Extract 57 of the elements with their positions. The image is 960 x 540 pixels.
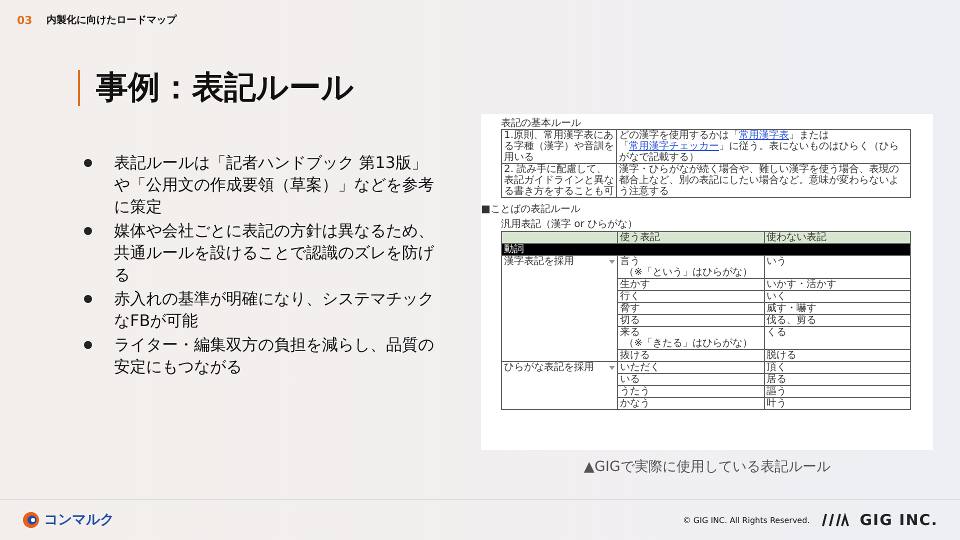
cell-note: （※「きたる」はひらがな） (623, 338, 754, 349)
column-header: 使わない表記 (764, 232, 910, 244)
cell-text: 伐る、剪る (766, 315, 818, 326)
section-number: 03 (17, 14, 32, 26)
cell-text: 抜ける (620, 350, 652, 361)
cell-text: 言う (620, 256, 642, 267)
cell-text: くる (766, 327, 788, 338)
cell-text: 切る (620, 315, 642, 326)
bullet-text: 赤入れの基準が明確になり、システマチックなFBが可能 (114, 288, 435, 332)
bullet-icon (84, 227, 92, 235)
bullet-text: ライター・編集双方の負担を減らし、品質の安定にもつながる (114, 334, 435, 378)
section-heading: ■ことばの表記ルール (481, 204, 582, 215)
category-row: 動詞 (502, 244, 910, 256)
cell-text: いただく (620, 362, 662, 373)
cell-text: 脅す (620, 303, 642, 314)
cell-text: 威す・嚇す (766, 303, 818, 314)
company-name: GIG INC. (860, 511, 938, 529)
cell-text: いう (766, 256, 788, 267)
table-title: 汎用表記（漢字 or ひらがな） (501, 219, 639, 230)
cell-text: 脱ける (766, 350, 798, 361)
link[interactable]: 常用漢字表 (739, 130, 789, 141)
dropdown-icon[interactable] (609, 260, 616, 264)
link[interactable]: 常用漢字チェッカー (629, 141, 719, 152)
cell-text: うたう (620, 386, 652, 397)
cell-text: 叶う (766, 398, 788, 409)
cell-text: 頂く (766, 362, 788, 373)
column-header: 使う表記 (618, 232, 764, 244)
table-title: 表記の基本ルール (501, 118, 582, 129)
slashes-icon (820, 513, 850, 527)
bullet-text: 表記ルールは「記者ハンドブック 第13版」や「公用文の作成要領（草案）」などを参考に策定 (114, 152, 435, 218)
bullet-icon (84, 295, 92, 303)
dropdown-icon[interactable] (609, 366, 616, 370)
brand-name: コンマルク (44, 511, 114, 529)
cell-text: いかす・活かす (766, 279, 838, 290)
table-cell: 1.原則、常用漢字表にある字種（漢字）や音訓を用いる (502, 130, 616, 164)
group-label: 漢字表記を採用 (504, 256, 574, 267)
copyright: © GIG INC. All Rights Reserved. (682, 516, 810, 524)
table-cell: どの漢字を使用するかは「常用漢字表」または「常用漢字チェッカー」に従う。表にないものはひらく（ひらがなで記載する） (616, 130, 910, 164)
cell-text: いく (766, 291, 788, 302)
bullet-icon (84, 341, 92, 349)
cell-note: （※「という」はひらがな） (623, 267, 754, 278)
cell-text: かなう (620, 398, 652, 409)
image-caption: ▲GIGで実際に使用している表記ルール (584, 458, 830, 476)
cell-text: 来る (620, 327, 642, 338)
slide-title: 事例：表記ルール (96, 67, 354, 108)
cell-text: 生かす (620, 279, 652, 290)
logo-icon (22, 511, 40, 529)
bullet-icon (84, 159, 92, 167)
section-title: 内製化に向けたロードマップ (46, 13, 176, 27)
cell-text: いる (620, 374, 642, 385)
bullet-text: 媒体や会社ごとに表記の方針は異なるため、共通ルールを設けることで認識のズレを防げる (114, 220, 436, 286)
table-cell: 漢字・ひらがなが続く場合や、難しい漢字を使う場合、表現の都合上など、別の表記にしたい場合など。意味が変わらないよう注意する (616, 164, 910, 198)
cell-text: 謳う (766, 386, 788, 397)
cell-text: 行く (620, 291, 642, 302)
group-label: ひらがな表記を採用 (504, 362, 594, 373)
table-cell: 2. 読み手に配慮して、表記ガイドラインと異なる書き方をすることも可 (502, 164, 616, 198)
cell-text: 居る (766, 374, 788, 385)
